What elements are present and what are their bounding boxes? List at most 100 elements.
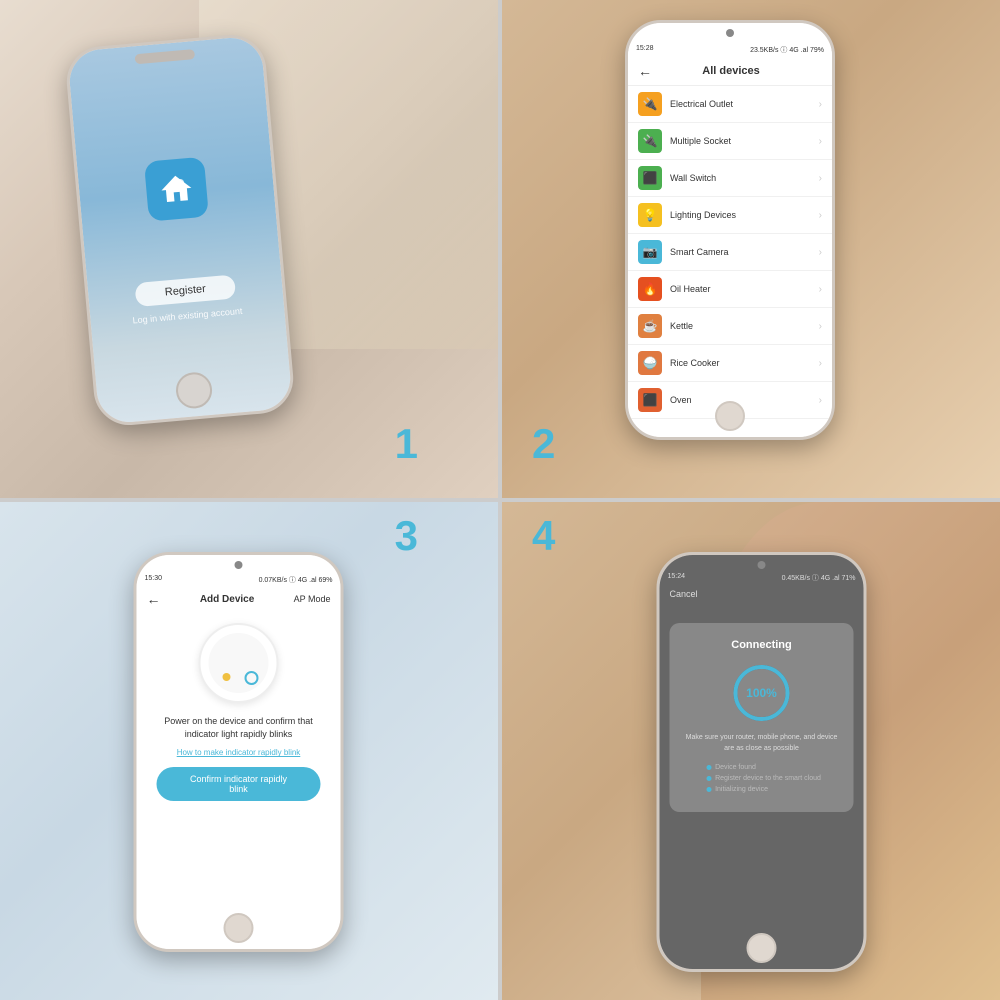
- cancel-button[interactable]: Cancel: [660, 585, 864, 603]
- device-item-wall-switch[interactable]: ⬛ Wall Switch ›: [628, 160, 832, 197]
- device-name-electrical-outlet: Electrical Outlet: [670, 99, 819, 109]
- check-item-1: Device found: [706, 762, 821, 773]
- app-icon: [144, 157, 209, 222]
- devices-header: ← All devices: [628, 57, 832, 86]
- kettle-icon: ☕: [638, 314, 662, 338]
- phone-screen-2: 15:28 23.5KB/s ⓘ 4G .al 79% ← All device…: [628, 23, 832, 437]
- chevron-icon-1: ›: [819, 99, 822, 110]
- signal-2: 23.5KB/s ⓘ 4G .al 79%: [750, 45, 824, 55]
- chevron-icon-4: ›: [819, 210, 822, 221]
- add-device-title: Add Device: [200, 594, 254, 605]
- login-text: Log in with existing account: [132, 306, 243, 326]
- device-name-wall-switch: Wall Switch: [670, 173, 819, 183]
- phone-home-button-4[interactable]: [747, 933, 777, 963]
- check-dot-2: [706, 776, 711, 781]
- phone-screen-1: Register Log in with existing account: [67, 35, 293, 424]
- chevron-icon-2: ›: [819, 136, 822, 147]
- phone-frame-3: 15:30 0.07KB/s ⓘ 4G .al 69% ← Add Device…: [134, 552, 344, 952]
- camera-icon: 📷: [638, 240, 662, 264]
- connecting-card: Connecting 100% Make sure your router, m…: [670, 623, 854, 812]
- lighting-icon: 💡: [638, 203, 662, 227]
- phone-screen-3: 15:30 0.07KB/s ⓘ 4G .al 69% ← Add Device…: [137, 555, 341, 949]
- device-name-kettle: Kettle: [670, 321, 819, 331]
- progress-circle: 100%: [732, 663, 792, 723]
- phone-frame-4: 15:24 0.45KB/s ⓘ 4G .al 71% Cancel Conne…: [657, 552, 867, 972]
- oven-icon: ⬛: [638, 388, 662, 412]
- register-button[interactable]: Register: [134, 274, 237, 307]
- device-name-camera: Smart Camera: [670, 247, 819, 257]
- connecting-screen: 15:24 0.45KB/s ⓘ 4G .al 71% Cancel Conne…: [660, 555, 864, 969]
- step-1-cell: Register Log in with existing account 1: [0, 0, 498, 498]
- main-grid: Register Log in with existing account 1 …: [0, 0, 1000, 1000]
- check-dot-1: [706, 765, 711, 770]
- status-bar-4: 15:24 0.45KB/s ⓘ 4G .al 71%: [660, 571, 864, 585]
- step-number-2: 2: [532, 420, 555, 468]
- app-login-screen: Register Log in with existing account: [67, 35, 293, 424]
- time-2: 15:28: [636, 45, 654, 55]
- chevron-icon-6: ›: [819, 284, 822, 295]
- all-devices-title: All devices: [660, 65, 802, 77]
- device-name-rice-cooker: Rice Cooker: [670, 358, 819, 368]
- phone-notch-2: [726, 29, 734, 37]
- signal-4: 0.45KB/s ⓘ 4G .al 71%: [782, 573, 856, 583]
- step-number-4: 4: [532, 512, 555, 560]
- check-label-1: Device found: [715, 762, 756, 773]
- device-item-electrical-outlet[interactable]: 🔌 Electrical Outlet ›: [628, 86, 832, 123]
- phone-home-button-2[interactable]: [715, 401, 745, 431]
- add-device-header: ← Add Device AP Mode: [137, 587, 341, 611]
- oil-heater-icon: 🔥: [638, 277, 662, 301]
- all-devices-screen: 15:28 23.5KB/s ⓘ 4G .al 79% ← All device…: [628, 23, 832, 437]
- device-name-lighting: Lighting Devices: [670, 210, 819, 220]
- back-button-2[interactable]: ←: [638, 63, 652, 79]
- add-device-screen: 15:30 0.07KB/s ⓘ 4G .al 69% ← Add Device…: [137, 555, 341, 949]
- time-4: 15:24: [668, 573, 686, 583]
- device-item-multiple-socket[interactable]: 🔌 Multiple Socket ›: [628, 123, 832, 160]
- connecting-title: Connecting: [731, 639, 792, 651]
- ap-mode-label: AP Mode: [294, 594, 331, 604]
- device-name-multiple-socket: Multiple Socket: [670, 136, 819, 146]
- status-bar-3: 15:30 0.07KB/s ⓘ 4G .al 69%: [137, 573, 341, 587]
- check-item-2: Register device to the smart cloud: [706, 773, 821, 784]
- device-name-oil-heater: Oil Heater: [670, 284, 819, 294]
- phone-screen-4: 15:24 0.45KB/s ⓘ 4G .al 71% Cancel Conne…: [660, 555, 864, 969]
- device-item-oil-heater[interactable]: 🔥 Oil Heater ›: [628, 271, 832, 308]
- status-bar-2: 15:28 23.5KB/s ⓘ 4G .al 79%: [628, 43, 832, 57]
- step-number-3: 3: [395, 512, 418, 560]
- phone-home-button-3[interactable]: [224, 913, 254, 943]
- chevron-icon-9: ›: [819, 395, 822, 406]
- time-3: 15:30: [145, 575, 163, 585]
- check-item-3: Initializing device: [706, 784, 821, 795]
- device-item-rice-cooker[interactable]: 🍚 Rice Cooker ›: [628, 345, 832, 382]
- device-inner: [209, 633, 269, 693]
- device-item-camera[interactable]: 📷 Smart Camera ›: [628, 234, 832, 271]
- wall-switch-icon: ⬛: [638, 166, 662, 190]
- chevron-icon-5: ›: [819, 247, 822, 258]
- blue-dot: [245, 671, 259, 685]
- phone-frame-1: Register Log in with existing account: [64, 32, 296, 428]
- house-icon: [157, 170, 196, 209]
- step-3-cell: 15:30 0.07KB/s ⓘ 4G .al 69% ← Add Device…: [0, 502, 498, 1000]
- phone-frame-2: 15:28 23.5KB/s ⓘ 4G .al 79% ← All device…: [625, 20, 835, 440]
- back-button-3[interactable]: ←: [147, 591, 161, 607]
- device-item-lighting[interactable]: 💡 Lighting Devices ›: [628, 197, 832, 234]
- chevron-icon-7: ›: [819, 321, 822, 332]
- step-2-cell: 15:28 23.5KB/s ⓘ 4G .al 79% ← All device…: [502, 0, 1000, 498]
- check-dot-3: [706, 787, 711, 792]
- check-label-3: Initializing device: [715, 784, 768, 795]
- device-name-oven: Oven: [670, 395, 819, 405]
- electrical-outlet-icon: 🔌: [638, 92, 662, 116]
- step-4-cell: 15:24 0.45KB/s ⓘ 4G .al 71% Cancel Conne…: [502, 502, 1000, 1000]
- device-illustration: [199, 623, 279, 703]
- confirm-blink-button[interactable]: Confirm indicator rapidly blink: [157, 767, 320, 801]
- rice-cooker-icon: 🍚: [638, 351, 662, 375]
- device-item-kettle[interactable]: ☕ Kettle ›: [628, 308, 832, 345]
- signal-3: 0.07KB/s ⓘ 4G .al 69%: [259, 575, 333, 585]
- percent-label: 100%: [746, 686, 777, 700]
- connecting-subtitle: Make sure your router, mobile phone, and…: [686, 733, 838, 754]
- blink-help-link[interactable]: How to make indicator rapidly blink: [177, 748, 301, 757]
- phone-notch-3: [235, 561, 243, 569]
- phone-notch-4: [758, 561, 766, 569]
- yellow-dot: [223, 673, 231, 681]
- chevron-icon-8: ›: [819, 358, 822, 369]
- check-label-2: Register device to the smart cloud: [715, 773, 821, 784]
